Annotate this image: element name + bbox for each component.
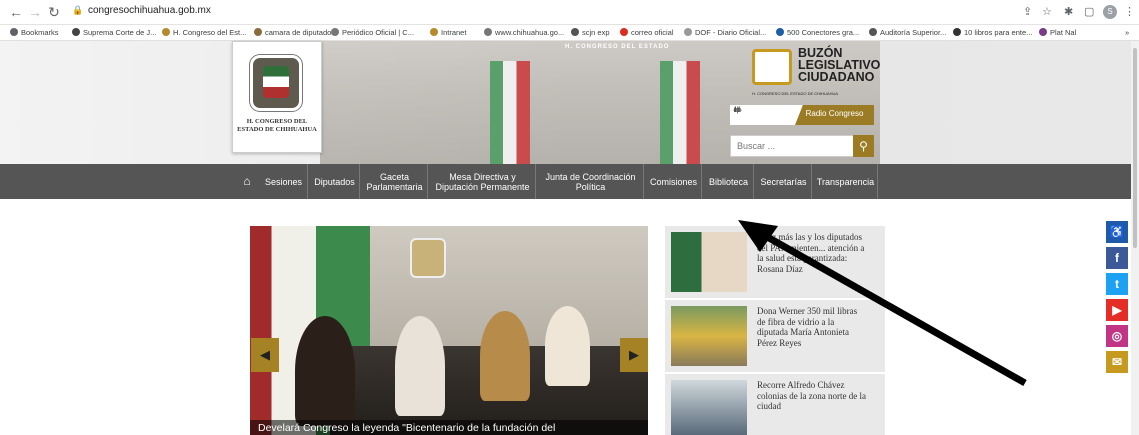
annotation-arrow xyxy=(738,220,1027,387)
arrow-shaft xyxy=(753,226,1027,387)
